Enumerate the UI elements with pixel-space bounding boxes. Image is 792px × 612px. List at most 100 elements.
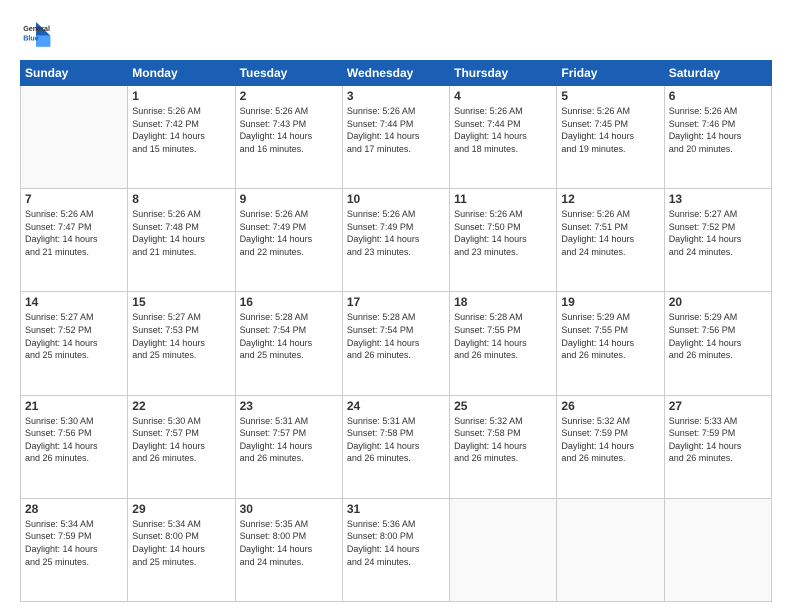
cell-info: Sunrise: 5:36 AM Sunset: 8:00 PM Dayligh… — [347, 518, 445, 568]
day-number: 31 — [347, 502, 445, 516]
day-number: 1 — [132, 89, 230, 103]
calendar-cell: 23 Sunrise: 5:31 AM Sunset: 7:57 PM Dayli… — [235, 395, 342, 498]
day-number: 8 — [132, 192, 230, 206]
cell-info: Sunrise: 5:26 AM Sunset: 7:44 PM Dayligh… — [454, 105, 552, 155]
calendar-week-1: 1 Sunrise: 5:26 AM Sunset: 7:42 PM Daylig… — [21, 86, 772, 189]
weekday-header-row: SundayMondayTuesdayWednesdayThursdayFrid… — [21, 61, 772, 86]
cell-info: Sunrise: 5:31 AM Sunset: 7:58 PM Dayligh… — [347, 415, 445, 465]
day-number: 17 — [347, 295, 445, 309]
calendar-cell — [21, 86, 128, 189]
day-number: 22 — [132, 399, 230, 413]
cell-info: Sunrise: 5:28 AM Sunset: 7:55 PM Dayligh… — [454, 311, 552, 361]
calendar-cell — [664, 498, 771, 601]
calendar-cell: 8 Sunrise: 5:26 AM Sunset: 7:48 PM Daylig… — [128, 189, 235, 292]
logo: General Blue — [20, 18, 52, 50]
day-number: 28 — [25, 502, 123, 516]
cell-info: Sunrise: 5:26 AM Sunset: 7:48 PM Dayligh… — [132, 208, 230, 258]
calendar-cell: 13Sunrise: 5:27 AM Sunset: 7:52 PM Dayli… — [664, 189, 771, 292]
calendar-cell: 30 Sunrise: 5:35 AM Sunset: 8:00 PM Dayli… — [235, 498, 342, 601]
day-number: 27 — [669, 399, 767, 413]
calendar-cell: 29Sunrise: 5:34 AM Sunset: 8:00 PM Dayli… — [128, 498, 235, 601]
calendar-cell: 31 Sunrise: 5:36 AM Sunset: 8:00 PM Dayli… — [342, 498, 449, 601]
cell-info: Sunrise: 5:35 AM Sunset: 8:00 PM Dayligh… — [240, 518, 338, 568]
day-number: 7 — [25, 192, 123, 206]
calendar-cell: 26 Sunrise: 5:32 AM Sunset: 7:59 PM Dayli… — [557, 395, 664, 498]
svg-text:General: General — [23, 24, 50, 33]
cell-info: Sunrise: 5:33 AM Sunset: 7:59 PM Dayligh… — [669, 415, 767, 465]
calendar-week-2: 7 Sunrise: 5:26 AM Sunset: 7:47 PM Daylig… — [21, 189, 772, 292]
header: General Blue — [20, 18, 772, 50]
calendar-cell: 14Sunrise: 5:27 AM Sunset: 7:52 PM Dayli… — [21, 292, 128, 395]
calendar-cell: 9Sunrise: 5:26 AM Sunset: 7:49 PM Daylig… — [235, 189, 342, 292]
cell-info: Sunrise: 5:34 AM Sunset: 7:59 PM Dayligh… — [25, 518, 123, 568]
calendar-cell: 3Sunrise: 5:26 AM Sunset: 7:44 PM Daylig… — [342, 86, 449, 189]
cell-info: Sunrise: 5:26 AM Sunset: 7:42 PM Dayligh… — [132, 105, 230, 155]
cell-info: Sunrise: 5:26 AM Sunset: 7:51 PM Dayligh… — [561, 208, 659, 258]
logo-icon: General Blue — [20, 18, 52, 50]
cell-info: Sunrise: 5:26 AM Sunset: 7:43 PM Dayligh… — [240, 105, 338, 155]
cell-info: Sunrise: 5:29 AM Sunset: 7:55 PM Dayligh… — [561, 311, 659, 361]
cell-info: Sunrise: 5:30 AM Sunset: 7:57 PM Dayligh… — [132, 415, 230, 465]
calendar-cell: 24 Sunrise: 5:31 AM Sunset: 7:58 PM Dayli… — [342, 395, 449, 498]
cell-info: Sunrise: 5:32 AM Sunset: 7:59 PM Dayligh… — [561, 415, 659, 465]
day-number: 5 — [561, 89, 659, 103]
cell-info: Sunrise: 5:26 AM Sunset: 7:45 PM Dayligh… — [561, 105, 659, 155]
calendar-cell: 1 Sunrise: 5:26 AM Sunset: 7:42 PM Daylig… — [128, 86, 235, 189]
day-number: 18 — [454, 295, 552, 309]
weekday-header-wednesday: Wednesday — [342, 61, 449, 86]
day-number: 24 — [347, 399, 445, 413]
weekday-header-monday: Monday — [128, 61, 235, 86]
day-number: 19 — [561, 295, 659, 309]
cell-info: Sunrise: 5:27 AM Sunset: 7:52 PM Dayligh… — [25, 311, 123, 361]
day-number: 6 — [669, 89, 767, 103]
day-number: 23 — [240, 399, 338, 413]
day-number: 26 — [561, 399, 659, 413]
calendar-cell: 17 Sunrise: 5:28 AM Sunset: 7:54 PM Dayli… — [342, 292, 449, 395]
day-number: 10 — [347, 192, 445, 206]
calendar-cell: 25 Sunrise: 5:32 AM Sunset: 7:58 PM Dayli… — [450, 395, 557, 498]
calendar-cell: 15Sunrise: 5:27 AM Sunset: 7:53 PM Dayli… — [128, 292, 235, 395]
day-number: 12 — [561, 192, 659, 206]
day-number: 15 — [132, 295, 230, 309]
day-number: 25 — [454, 399, 552, 413]
day-number: 16 — [240, 295, 338, 309]
weekday-header-saturday: Saturday — [664, 61, 771, 86]
calendar-cell: 2 Sunrise: 5:26 AM Sunset: 7:43 PM Daylig… — [235, 86, 342, 189]
cell-info: Sunrise: 5:32 AM Sunset: 7:58 PM Dayligh… — [454, 415, 552, 465]
day-number: 13 — [669, 192, 767, 206]
calendar-cell: 21Sunrise: 5:30 AM Sunset: 7:56 PM Dayli… — [21, 395, 128, 498]
cell-info: Sunrise: 5:26 AM Sunset: 7:50 PM Dayligh… — [454, 208, 552, 258]
calendar-cell: 20Sunrise: 5:29 AM Sunset: 7:56 PM Dayli… — [664, 292, 771, 395]
calendar-cell: 10 Sunrise: 5:26 AM Sunset: 7:49 PM Dayli… — [342, 189, 449, 292]
calendar-week-3: 14Sunrise: 5:27 AM Sunset: 7:52 PM Dayli… — [21, 292, 772, 395]
cell-info: Sunrise: 5:26 AM Sunset: 7:47 PM Dayligh… — [25, 208, 123, 258]
svg-text:Blue: Blue — [23, 33, 39, 42]
calendar-cell: 16 Sunrise: 5:28 AM Sunset: 7:54 PM Dayli… — [235, 292, 342, 395]
cell-info: Sunrise: 5:29 AM Sunset: 7:56 PM Dayligh… — [669, 311, 767, 361]
day-number: 2 — [240, 89, 338, 103]
calendar-cell: 28 Sunrise: 5:34 AM Sunset: 7:59 PM Dayli… — [21, 498, 128, 601]
day-number: 11 — [454, 192, 552, 206]
cell-info: Sunrise: 5:26 AM Sunset: 7:49 PM Dayligh… — [347, 208, 445, 258]
weekday-header-thursday: Thursday — [450, 61, 557, 86]
calendar-table: SundayMondayTuesdayWednesdayThursdayFrid… — [20, 60, 772, 602]
calendar-cell: 11 Sunrise: 5:26 AM Sunset: 7:50 PM Dayli… — [450, 189, 557, 292]
calendar-cell: 19 Sunrise: 5:29 AM Sunset: 7:55 PM Dayli… — [557, 292, 664, 395]
weekday-header-tuesday: Tuesday — [235, 61, 342, 86]
weekday-header-sunday: Sunday — [21, 61, 128, 86]
calendar-cell: 18 Sunrise: 5:28 AM Sunset: 7:55 PM Dayli… — [450, 292, 557, 395]
cell-info: Sunrise: 5:26 AM Sunset: 7:49 PM Dayligh… — [240, 208, 338, 258]
cell-info: Sunrise: 5:28 AM Sunset: 7:54 PM Dayligh… — [347, 311, 445, 361]
calendar-cell: 5 Sunrise: 5:26 AM Sunset: 7:45 PM Daylig… — [557, 86, 664, 189]
calendar-cell — [557, 498, 664, 601]
page: General Blue SundayMondayTuesdayWednesda… — [0, 0, 792, 612]
cell-info: Sunrise: 5:26 AM Sunset: 7:44 PM Dayligh… — [347, 105, 445, 155]
cell-info: Sunrise: 5:34 AM Sunset: 8:00 PM Dayligh… — [132, 518, 230, 568]
day-number: 30 — [240, 502, 338, 516]
calendar-cell: 27 Sunrise: 5:33 AM Sunset: 7:59 PM Dayli… — [664, 395, 771, 498]
day-number: 4 — [454, 89, 552, 103]
cell-info: Sunrise: 5:28 AM Sunset: 7:54 PM Dayligh… — [240, 311, 338, 361]
cell-info: Sunrise: 5:26 AM Sunset: 7:46 PM Dayligh… — [669, 105, 767, 155]
calendar-week-4: 21Sunrise: 5:30 AM Sunset: 7:56 PM Dayli… — [21, 395, 772, 498]
cell-info: Sunrise: 5:31 AM Sunset: 7:57 PM Dayligh… — [240, 415, 338, 465]
